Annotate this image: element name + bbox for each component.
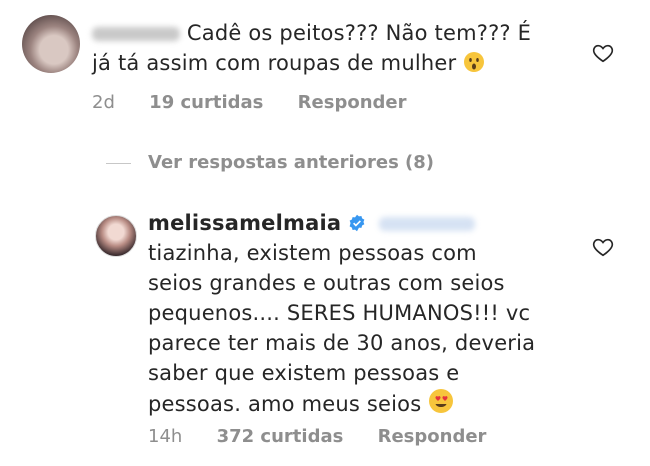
heart-eyes-emoji: [429, 389, 454, 413]
verified-badge-icon: [349, 214, 365, 232]
thread-line: [106, 163, 131, 164]
reply-likes[interactable]: 372 curtidas: [217, 426, 344, 447]
like-heart-icon[interactable]: [592, 42, 614, 64]
comment-meta: 2d 19 curtidas Responder: [92, 92, 434, 113]
reply-avatar[interactable]: [95, 215, 137, 257]
comment-text: Cadê os peitos??? Não tem??? É já tá ass…: [92, 21, 532, 75]
comment-likes[interactable]: 19 curtidas: [149, 92, 263, 113]
astonished-face-emoji: [464, 52, 485, 72]
like-heart-icon[interactable]: [592, 236, 614, 258]
reply-body: melissamelmaia tiazinha, existem pessoas…: [148, 208, 588, 419]
reply-button[interactable]: Responder: [298, 92, 407, 113]
reply-button[interactable]: Responder: [378, 426, 487, 447]
mention-link[interactable]: [379, 217, 476, 231]
reply-time: 14h: [148, 426, 183, 447]
comment-time: 2d: [92, 92, 115, 113]
commenter-avatar[interactable]: [22, 15, 80, 73]
reply-meta: 14h 372 curtidas Responder: [148, 426, 514, 447]
reply-text: melissamelmaia tiazinha, existem pessoas…: [148, 211, 536, 416]
comment-body: Cadê os peitos??? Não tem??? É já tá ass…: [92, 18, 572, 78]
view-previous-replies[interactable]: Ver respostas anteriores (8): [148, 152, 434, 173]
commenter-username[interactable]: [92, 27, 180, 41]
reply-username[interactable]: melissamelmaia: [148, 211, 341, 235]
